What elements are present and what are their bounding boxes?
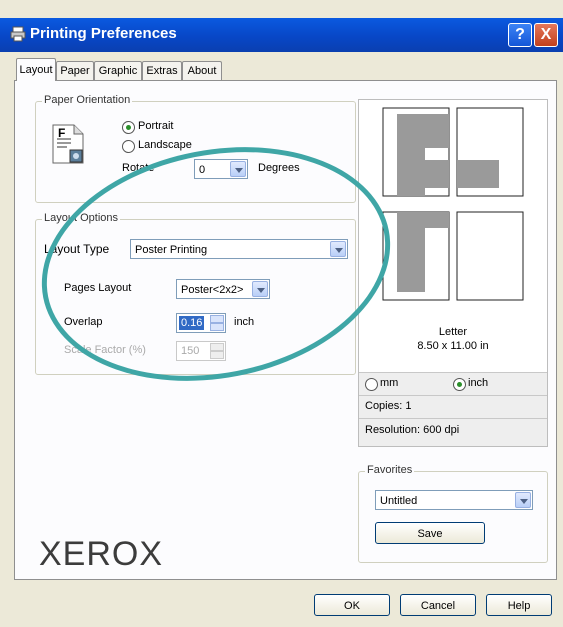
copies-row: Copies: 1 [359, 395, 547, 418]
paper-orientation-legend: Paper Orientation [42, 94, 133, 106]
chevron-down-icon[interactable] [230, 161, 246, 177]
chevron-down-icon[interactable] [330, 241, 346, 257]
window-title: Printing Preferences [30, 25, 177, 42]
chevron-down-icon[interactable] [252, 281, 268, 297]
landscape-radio[interactable] [122, 140, 135, 153]
inch-label: inch [468, 377, 489, 389]
orientation-icon-letter: F [58, 126, 66, 140]
xerox-logo: XEROX [39, 535, 164, 573]
ok-button[interactable]: OK [314, 594, 390, 616]
resolution-text: Resolution: 600 dpi [365, 424, 460, 436]
pages-layout-value: Poster<2x2> [181, 284, 244, 296]
landscape-label: Landscape [138, 139, 192, 151]
spinner-arrows-icon [210, 343, 224, 359]
rotate-value: 0 [199, 164, 206, 176]
printer-icon [10, 26, 26, 42]
overlap-spinner[interactable]: 0.16 [176, 313, 226, 333]
pages-layout-label: Pages Layout [64, 282, 132, 294]
overlap-value[interactable]: 0.16 [179, 316, 205, 330]
save-button[interactable]: Save [375, 522, 485, 544]
favorites-select[interactable]: Untitled [375, 490, 533, 510]
rotate-select[interactable]: 0 [194, 159, 248, 179]
portrait-document-icon [52, 124, 84, 164]
pages-layout-select[interactable]: Poster<2x2> [176, 279, 270, 299]
paper-size: 8.50 x 11.00 in [417, 340, 489, 352]
print-preview-panel: Letter 8.50 x 11.00 in mm inch Copies: 1… [358, 99, 548, 447]
scale-factor-value: 150 [181, 345, 200, 357]
layout-type-value: Poster Printing [135, 244, 208, 256]
layout-options-legend: Layout Options [42, 212, 120, 224]
chevron-down-icon[interactable] [515, 492, 531, 508]
tab-layout[interactable]: Layout [16, 58, 56, 81]
layout-options-group: Layout Options Layout Type Poster Printi… [35, 212, 356, 375]
inch-radio[interactable] [453, 378, 466, 391]
cancel-button[interactable]: Cancel [400, 594, 476, 616]
layout-tab-panel: Paper Orientation F Portrait Landscape R… [14, 80, 557, 580]
mm-radio[interactable] [365, 378, 378, 391]
portrait-radio[interactable] [122, 121, 135, 134]
favorites-value: Untitled [380, 495, 418, 507]
layout-type-select[interactable]: Poster Printing [130, 239, 348, 259]
close-button[interactable]: X [534, 23, 558, 47]
tab-paper[interactable]: Paper [56, 61, 94, 80]
copies-text: Copies: 1 [365, 400, 412, 412]
layout-type-label: Layout Type [44, 242, 110, 256]
resolution-row: Resolution: 600 dpi [359, 418, 547, 446]
tab-extras[interactable]: Extras [142, 61, 182, 80]
printing-preferences-window: Printing Preferences ? X Layout Paper Gr… [0, 0, 563, 627]
rotate-label: Rotate [122, 162, 155, 174]
portrait-label: Portrait [138, 120, 174, 132]
paper-name: Letter [438, 326, 468, 338]
favorites-legend: Favorites [365, 464, 415, 476]
help-button[interactable]: Help [486, 594, 552, 616]
tab-about[interactable]: About [182, 61, 222, 80]
overlap-unit: inch [234, 316, 255, 328]
poster-preview: Letter 8.50 x 11.00 in [359, 100, 547, 373]
degrees-label: Degrees [258, 162, 300, 174]
favorites-group: Favorites Untitled Save [358, 464, 548, 563]
unit-row: mm inch [359, 372, 547, 395]
mm-label: mm [380, 377, 399, 389]
scale-factor-spinner: 150 [176, 341, 226, 361]
paper-orientation-group: Paper Orientation F Portrait Landscape R… [35, 94, 356, 203]
help-title-button[interactable]: ? [508, 23, 532, 47]
tab-graphic[interactable]: Graphic [94, 61, 142, 80]
spinner-arrows-icon[interactable] [210, 315, 224, 331]
title-bar: Printing Preferences ? X [0, 18, 563, 52]
overlap-label: Overlap [64, 316, 103, 328]
scale-factor-label: Scale Factor (%) [64, 344, 146, 356]
